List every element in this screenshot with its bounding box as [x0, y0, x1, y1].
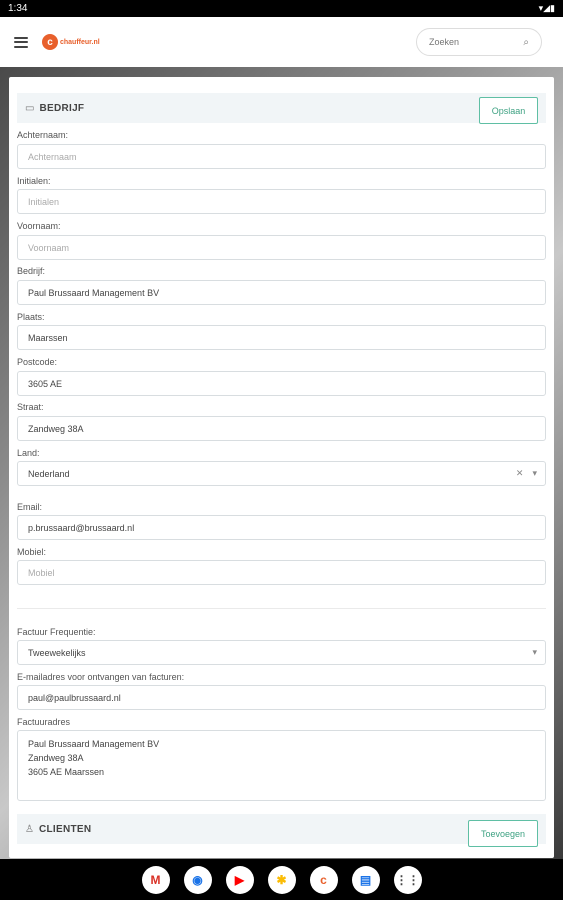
label-initialen: Initialen: [17, 176, 51, 186]
app-drawer-icon[interactable]: ⋮⋮ [393, 865, 422, 894]
youtube-app-icon[interactable]: ▶ [225, 865, 254, 894]
label-straat: Straat: [17, 402, 44, 412]
factuuradres-line: Paul Brussaard Management BV [28, 739, 160, 749]
section-title-clienten: CLIENTEN [38, 823, 92, 835]
save-button[interactable]: Opslaan [479, 97, 538, 124]
chevron-down-icon[interactable]: ▾ [532, 468, 537, 479]
label-postcode: Postcode: [17, 357, 58, 367]
briefcase-icon: ▭ [25, 102, 35, 114]
app-dock: M ◉ ▶ ✱ c ▤ ⋮⋮ [0, 859, 563, 900]
chrome-app-icon[interactable]: ◉ [183, 865, 212, 894]
label-achternaam: Achternaam: [17, 130, 69, 140]
section-header-clienten: ♙ CLIENTEN [17, 814, 546, 844]
factuuradres-line: Zandweg 38A [28, 753, 84, 763]
label-factuuradres: Factuuradres [17, 717, 71, 727]
logo-text: chauffeur.nl [60, 38, 100, 46]
search-icon[interactable]: ⌕ [523, 37, 529, 48]
logo-mark: c [42, 34, 58, 50]
postcode-input[interactable]: 3605 AE [17, 371, 546, 396]
section-divider [17, 608, 546, 609]
label-factuur-frequentie: Factuur Frequentie: [17, 627, 96, 637]
gmail-app-icon[interactable]: M [141, 865, 170, 894]
photos-app-icon[interactable]: ✱ [267, 865, 296, 894]
plaats-input[interactable]: Maarssen [17, 325, 546, 350]
section-title-bedrijf: BEDRIJF [39, 102, 85, 114]
label-bedrijf: Bedrijf: [17, 266, 46, 276]
factuur-email-input[interactable]: paul@paulbrussaard.nl [17, 685, 546, 710]
status-icons: ▾◢▮ [538, 3, 555, 13]
label-land: Land: [17, 448, 40, 458]
factuur-frequentie-value: Tweewekelijks [28, 647, 86, 658]
voornaam-input[interactable]: Voornaam [17, 235, 546, 260]
status-time: 1:34 [8, 3, 28, 14]
label-mobiel: Mobiel: [17, 547, 47, 557]
clear-icon[interactable]: ✕ [516, 468, 524, 479]
user-icon: ♙ [25, 823, 34, 835]
menu-icon[interactable] [14, 36, 28, 48]
factuur-frequentie-select[interactable]: Tweewekelijks ▾ [17, 640, 546, 665]
factuuradres-textarea[interactable]: Paul Brussaard Management BV Zandweg 38A… [17, 730, 546, 801]
label-plaats: Plaats: [17, 312, 45, 322]
bedrijf-input[interactable]: Paul Brussaard Management BV [17, 280, 546, 305]
company-form-card: ▭ BEDRIJF Opslaan Achternaam: Achternaam… [9, 77, 554, 858]
logo[interactable]: c chauffeur.nl [42, 34, 100, 50]
label-factuur-email: E-mailadres voor ontvangen van facturen: [17, 672, 185, 682]
chauffeur-app-icon[interactable]: c [309, 865, 338, 894]
achternaam-input[interactable]: Achternaam [17, 144, 546, 169]
search-box: ⌕ [416, 28, 542, 56]
land-select[interactable]: Nederland ✕ ▾ [17, 461, 546, 486]
status-bar: 1:34 ▾◢▮ [0, 0, 563, 17]
initialen-input[interactable]: Initialen [17, 189, 546, 214]
search-input[interactable] [429, 37, 509, 47]
messages-app-icon[interactable]: ▤ [351, 865, 380, 894]
email-input[interactable]: p.brussaard@brussaard.nl [17, 515, 546, 540]
land-value: Nederland [28, 468, 70, 479]
label-email: Email: [17, 502, 43, 512]
section-header-bedrijf: ▭ BEDRIJF [17, 93, 546, 123]
factuuradres-line: 3605 AE Maarssen [28, 767, 105, 777]
straat-input[interactable]: Zandweg 38A [17, 416, 546, 441]
mobiel-input[interactable]: Mobiel [17, 560, 546, 585]
add-client-button[interactable]: Toevoegen [468, 820, 538, 847]
label-voornaam: Voornaam: [17, 221, 61, 231]
app-header: c chauffeur.nl ⌕ [0, 17, 563, 67]
chevron-down-icon[interactable]: ▾ [532, 647, 537, 658]
